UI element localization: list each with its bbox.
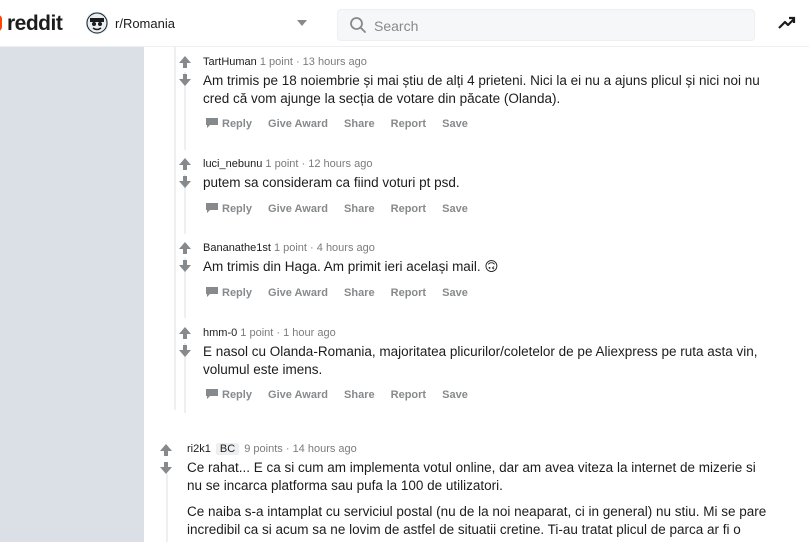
comment-points: 1 point bbox=[240, 327, 274, 339]
comment-body: E nasol cu Olanda-Romania, majoritatea p… bbox=[203, 343, 763, 379]
upvote-arrow-icon[interactable] bbox=[178, 241, 192, 255]
vote-controls bbox=[178, 241, 192, 273]
vote-controls bbox=[178, 157, 192, 189]
comment-time[interactable]: 12 hours ago bbox=[308, 158, 372, 170]
upvote-arrow-icon[interactable] bbox=[178, 157, 192, 171]
upvote-arrow-icon[interactable] bbox=[178, 326, 192, 340]
comment-body: putem sa consideram ca fiind voturi pt p… bbox=[203, 174, 763, 192]
share-button[interactable]: Share bbox=[344, 287, 375, 299]
thread-line[interactable] bbox=[174, 47, 176, 410]
give-award-button[interactable]: Give Award bbox=[268, 389, 328, 401]
reddit-logo-icon[interactable] bbox=[0, 15, 2, 31]
downvote-arrow-icon[interactable] bbox=[178, 73, 192, 87]
comment-meta: luci_nebunu 1 point · 12 hours ago bbox=[203, 158, 373, 170]
report-button[interactable]: Report bbox=[391, 118, 426, 130]
comment-text: Am trimis din Haga. Am primit ieri acela… bbox=[203, 259, 499, 274]
community-avatar-icon bbox=[86, 12, 108, 34]
share-button[interactable]: Share bbox=[344, 118, 375, 130]
upvote-arrow-icon[interactable] bbox=[178, 55, 192, 69]
reply-button[interactable]: Reply bbox=[206, 389, 252, 401]
comment-body: Am trimis pe 18 noiembrie și mai știu de… bbox=[203, 72, 763, 108]
search-icon bbox=[350, 17, 366, 33]
comment-text: putem sa consideram ca fiind voturi pt p… bbox=[203, 175, 460, 190]
comment-text: Ce naiba s-a intamplat cu serviciul post… bbox=[187, 504, 767, 537]
give-award-button[interactable]: Give Award bbox=[268, 118, 328, 130]
community-name: r/Romania bbox=[115, 16, 175, 31]
comment-actions: Reply Give Award Share Report Save bbox=[206, 389, 481, 401]
downvote-arrow-icon[interactable] bbox=[178, 259, 192, 273]
share-button[interactable]: Share bbox=[344, 203, 375, 215]
search-bar[interactable] bbox=[337, 9, 755, 42]
vote-controls bbox=[159, 443, 173, 475]
share-button[interactable]: Share bbox=[344, 389, 375, 401]
comment-icon bbox=[206, 118, 218, 128]
comment-author[interactable]: ri2k1 bbox=[187, 443, 211, 455]
comment-time[interactable]: 4 hours ago bbox=[317, 242, 375, 254]
comment-points: 9 points bbox=[244, 443, 283, 455]
reddit-logo-text[interactable]: reddit bbox=[7, 12, 63, 36]
save-button[interactable]: Save bbox=[442, 389, 468, 401]
top-bar: reddit r/Romania bbox=[0, 0, 809, 47]
reply-button[interactable]: Reply bbox=[206, 287, 252, 299]
comment-text: Am trimis pe 18 noiembrie și mai știu de… bbox=[203, 73, 760, 106]
report-button[interactable]: Report bbox=[391, 203, 426, 215]
search-input[interactable] bbox=[372, 10, 746, 42]
user-flair: BC bbox=[215, 443, 240, 455]
vote-controls bbox=[178, 326, 192, 358]
comment-author[interactable]: hmm-0 bbox=[203, 327, 237, 339]
reply-button[interactable]: Reply bbox=[206, 203, 252, 215]
downvote-arrow-icon[interactable] bbox=[178, 344, 192, 358]
comment-actions: Reply Give Award Share Report Save bbox=[206, 118, 481, 130]
give-award-button[interactable]: Give Award bbox=[268, 287, 328, 299]
comment-text: Ce rahat... E ca si cum am implementa vo… bbox=[187, 460, 756, 493]
comment-time[interactable]: 1 hour ago bbox=[283, 327, 336, 339]
save-button[interactable]: Save bbox=[442, 203, 468, 215]
trending-icon[interactable] bbox=[778, 14, 796, 32]
comment-body: Am trimis din Haga. Am primit ieri acela… bbox=[203, 258, 763, 276]
upvote-arrow-icon[interactable] bbox=[159, 443, 173, 457]
report-button[interactable]: Report bbox=[391, 287, 426, 299]
comment-text: E nasol cu Olanda-Romania, majoritatea p… bbox=[203, 344, 758, 377]
chevron-down-icon[interactable] bbox=[297, 20, 307, 26]
comment-actions: Reply Give Award Share Report Save bbox=[206, 287, 481, 299]
vote-controls bbox=[178, 55, 192, 87]
comment-icon bbox=[206, 203, 218, 213]
comments-panel: TartHuman 1 point · 13 hours ago Am trim… bbox=[144, 47, 809, 542]
comment-author[interactable]: luci_nebunu bbox=[203, 158, 262, 170]
comment-meta: Bananathe1st 1 point · 4 hours ago bbox=[203, 242, 375, 254]
comment-actions: Reply Give Award Share Report Save bbox=[206, 203, 481, 215]
comment-time[interactable]: 13 hours ago bbox=[303, 56, 367, 68]
community-selector[interactable]: r/Romania bbox=[86, 12, 316, 36]
comment-icon bbox=[206, 389, 218, 399]
downvote-arrow-icon[interactable] bbox=[159, 461, 173, 475]
comment-meta: ri2k1 BC 9 points · 14 hours ago bbox=[187, 443, 357, 455]
thread-line[interactable] bbox=[166, 474, 168, 542]
comment-time[interactable]: 14 hours ago bbox=[293, 443, 357, 455]
reply-button[interactable]: Reply bbox=[206, 118, 252, 130]
save-button[interactable]: Save bbox=[442, 287, 468, 299]
comment-author[interactable]: Bananathe1st bbox=[203, 242, 271, 254]
comment-points: 1 point bbox=[259, 56, 293, 68]
comment-points: 1 point bbox=[265, 158, 299, 170]
report-button[interactable]: Report bbox=[391, 389, 426, 401]
save-button[interactable]: Save bbox=[442, 118, 468, 130]
comment-meta: TartHuman 1 point · 13 hours ago bbox=[203, 56, 367, 68]
comment-author[interactable]: TartHuman bbox=[203, 56, 257, 68]
comment-points: 1 point bbox=[273, 242, 307, 254]
comment-icon bbox=[206, 287, 218, 297]
downvote-arrow-icon[interactable] bbox=[178, 175, 192, 189]
comment-body: Ce rahat... E ca si cum am implementa vo… bbox=[187, 459, 772, 539]
comment-meta: hmm-0 1 point · 1 hour ago bbox=[203, 327, 336, 339]
give-award-button[interactable]: Give Award bbox=[268, 203, 328, 215]
